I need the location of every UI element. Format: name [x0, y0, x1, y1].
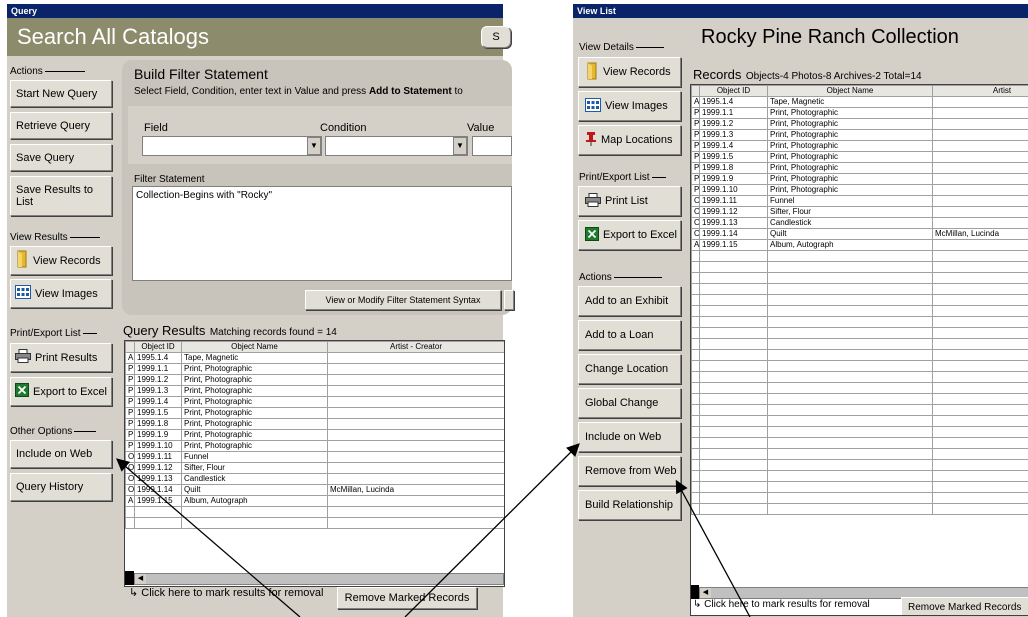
annotation-arrows	[116, 443, 751, 617]
arrow-to-remove-from-web	[675, 479, 751, 617]
arrow-to-include-on-web	[116, 458, 301, 617]
arrow-to-viewlist-include-on-web	[404, 443, 580, 617]
